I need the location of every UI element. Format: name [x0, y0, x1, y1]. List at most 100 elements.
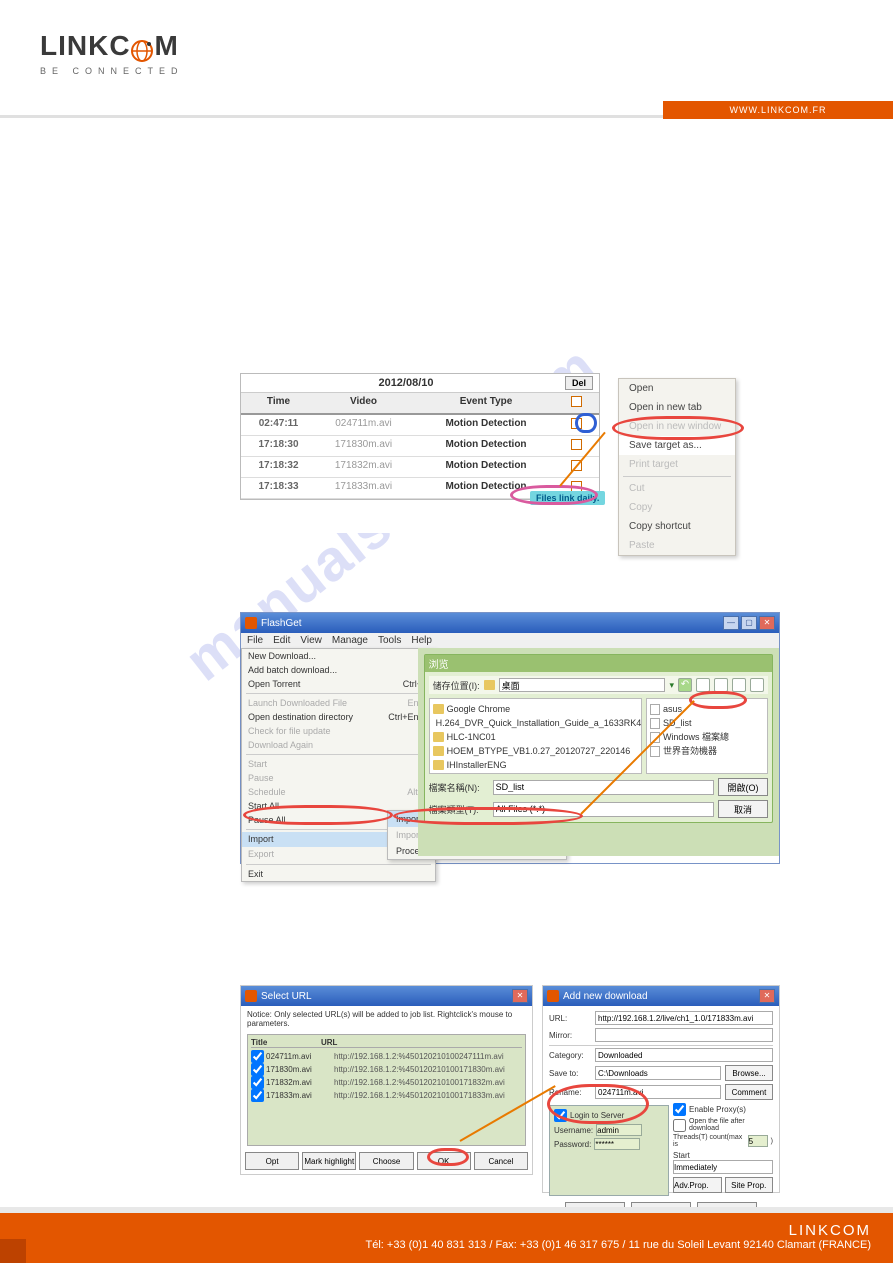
list-view-icon[interactable] [732, 678, 746, 692]
open-button[interactable]: 開啟(O) [718, 778, 768, 796]
ctx-copy-shortcut[interactable]: Copy shortcut [619, 517, 735, 536]
tree-item[interactable]: HOEM_BTYPE_VB1.0.27_20120727_220146 [433, 744, 638, 758]
item-checkbox[interactable] [251, 1063, 264, 1076]
new-folder-icon[interactable] [714, 678, 728, 692]
close-button[interactable]: ✕ [512, 989, 528, 1003]
proxy-checkbox[interactable] [673, 1103, 686, 1116]
cell-video[interactable]: 171833m.avi [316, 478, 411, 498]
col-event: Event Type [411, 393, 561, 413]
item-checkbox[interactable] [251, 1076, 264, 1089]
comment-button[interactable]: Comment [725, 1084, 773, 1100]
ctx-open-new-tab[interactable]: Open in new tab [619, 398, 735, 417]
menu-open-dest[interactable]: Open destination directoryCtrl+Enter [242, 710, 435, 724]
browse-button[interactable]: Browse... [725, 1065, 773, 1081]
globe-icon [129, 38, 155, 64]
adv-prop-button[interactable]: Adv.Prop. [673, 1177, 722, 1193]
table-title-row: 2012/08/10 Del [241, 374, 599, 393]
screenshot-flashget: FlashGet — ▢ ✕ File Edit View Manage Too… [240, 612, 780, 864]
ctx-open[interactable]: Open [619, 379, 735, 398]
menu-help[interactable]: Help [411, 635, 432, 646]
mirror-input[interactable] [595, 1028, 773, 1042]
maximize-button[interactable]: ▢ [741, 616, 757, 630]
menu-tools[interactable]: Tools [378, 635, 401, 646]
delete-button[interactable]: Del [565, 376, 593, 390]
open-after-checkbox[interactable] [673, 1119, 686, 1132]
table-row[interactable]: 02:47:11 024711m.avi Motion Detection [241, 415, 599, 436]
close-button[interactable]: ✕ [759, 989, 775, 1003]
password-input[interactable] [594, 1138, 640, 1150]
menu-start[interactable]: StartF5 [242, 757, 435, 771]
menu-download-again[interactable]: Download Again [242, 738, 435, 752]
cancel-button[interactable]: 取消 [718, 800, 768, 818]
item-checkbox[interactable] [251, 1089, 264, 1102]
ctx-cut[interactable]: Cut [619, 479, 735, 498]
tree-item[interactable]: HLC-1NC01 [433, 730, 638, 744]
threads-input[interactable] [748, 1135, 768, 1147]
col-checkbox [561, 393, 591, 413]
screenshot-record-list: 2012/08/10 Del Time Video Event Type 02:… [240, 373, 735, 533]
details-view-icon[interactable] [750, 678, 764, 692]
cell-video[interactable]: 171830m.avi [316, 436, 411, 456]
url-input[interactable] [595, 1011, 773, 1025]
close-button[interactable]: ✕ [759, 616, 775, 630]
tree-item[interactable]: Google Chrome [433, 702, 638, 716]
menu-new-download[interactable]: New Download...F4 [242, 649, 435, 663]
menu-open-torrent[interactable]: Open TorrentCtrl+O [242, 677, 435, 691]
username-input[interactable] [596, 1124, 642, 1136]
menu-check-update[interactable]: Check for file update [242, 724, 435, 738]
tree-item[interactable]: H.264_DVR_Quick_Installation_Guide_a_163… [433, 716, 638, 730]
tree-item[interactable]: IHInstallerENG [433, 758, 638, 772]
minimize-button[interactable]: — [723, 616, 739, 630]
menu-schedule[interactable]: ScheduleAlt+S [242, 785, 435, 799]
up-icon[interactable] [696, 678, 710, 692]
opt-button[interactable]: Opt [245, 1152, 299, 1170]
open-after-label: Open the file after download [689, 1118, 773, 1132]
checkbox-icon[interactable] [571, 439, 582, 450]
menu-view[interactable]: View [300, 635, 322, 646]
ctx-print-target[interactable]: Print target [619, 455, 735, 474]
menu-launch-file[interactable]: Launch Downloaded FileEnter [242, 696, 435, 710]
mirror-label: Mirror: [549, 1031, 591, 1040]
ctx-copy[interactable]: Copy [619, 498, 735, 517]
username-label: Username: [554, 1126, 593, 1135]
item-checkbox[interactable] [251, 1050, 264, 1063]
back-icon[interactable]: ↶ [678, 678, 692, 692]
tree-item[interactable]: 世界音効機器 [650, 744, 764, 758]
choose-button[interactable]: Choose [359, 1152, 413, 1170]
menu-add-batch[interactable]: Add batch download... [242, 663, 435, 677]
mark-highlight-button[interactable]: Mark highlight [302, 1152, 356, 1170]
save-in-select[interactable] [499, 678, 666, 692]
cancel-button[interactable]: Cancel [474, 1152, 528, 1170]
site-prop-button[interactable]: Site Prop. [725, 1177, 774, 1193]
highlight-login [547, 1084, 649, 1124]
list-item[interactable]: 171830m.avihttp://192.168.1.2:%450120210… [251, 1063, 522, 1076]
start-select[interactable] [673, 1160, 773, 1174]
logo-tagline: BE CONNECTED [40, 66, 853, 76]
context-menu: Open Open in new tab Open in new window … [618, 378, 736, 556]
password-label: Password: [554, 1140, 591, 1149]
list-item[interactable]: 171833m.avihttp://192.168.1.2:%450120210… [251, 1089, 522, 1102]
menu-manage[interactable]: Manage [332, 635, 368, 646]
menu-file[interactable]: File [247, 635, 263, 646]
menu-edit[interactable]: Edit [273, 635, 290, 646]
ctx-separator [623, 476, 731, 477]
menu-exit[interactable]: Exit [242, 867, 435, 881]
tree-item[interactable]: Windows 檔案總 [650, 730, 764, 744]
table-row[interactable]: 17:18:32 171832m.avi Motion Detection [241, 457, 599, 478]
checkbox-icon[interactable] [571, 396, 582, 407]
table-row[interactable]: 17:18:30 171830m.avi Motion Detection [241, 436, 599, 457]
logo-text-part2: M [155, 30, 179, 61]
cell-video[interactable]: 024711m.avi [316, 415, 411, 435]
file-tree[interactable]: Google ChromeH.264_DVR_Quick_Installatio… [429, 698, 642, 774]
list-item[interactable]: 171832m.avihttp://192.168.1.2:%450120210… [251, 1076, 522, 1089]
tree-item[interactable]: Kiwi Application Monitor [433, 772, 638, 774]
cell-video[interactable]: 171832m.avi [316, 457, 411, 477]
category-select[interactable] [595, 1048, 773, 1062]
menu-pause[interactable]: PauseF6 [242, 771, 435, 785]
ctx-paste[interactable]: Paste [619, 536, 735, 555]
folder-icon [433, 704, 444, 714]
table-header: Time Video Event Type [241, 393, 599, 415]
side-list[interactable]: asusSD_listWindows 檔案總世界音効機器 [646, 698, 768, 774]
savein-input[interactable] [595, 1066, 721, 1080]
list-item[interactable]: 024711m.avihttp://192.168.1.2:%450120210… [251, 1050, 522, 1063]
